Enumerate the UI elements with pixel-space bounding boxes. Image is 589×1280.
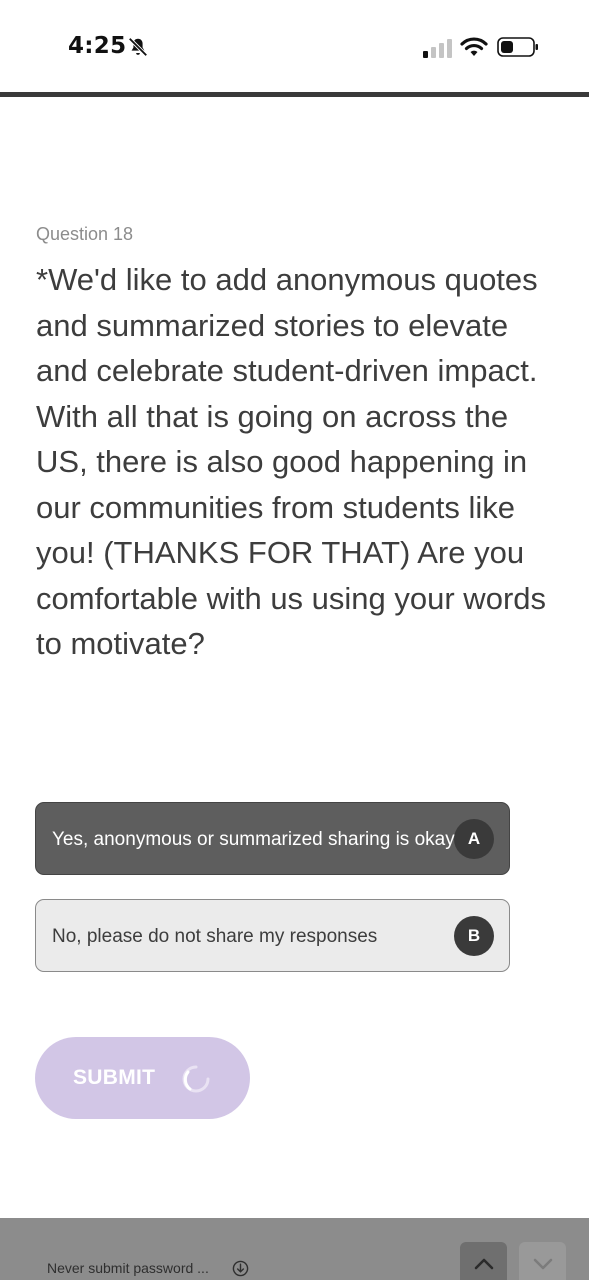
- next-question-button[interactable]: [519, 1242, 566, 1280]
- chevron-down-icon: [533, 1258, 553, 1270]
- progress-bar: [0, 92, 589, 97]
- status-bar: 4:25: [0, 0, 589, 92]
- choice-option-b[interactable]: No, please do not share my responses B: [35, 899, 510, 972]
- bottom-bar: Never submit password ...: [0, 1218, 589, 1280]
- choice-key-badge: B: [454, 916, 494, 956]
- password-warning-text: Never submit password ...: [47, 1260, 209, 1276]
- submit-label: SUBMIT: [73, 1066, 156, 1089]
- download-circle-icon[interactable]: [232, 1260, 249, 1277]
- choice-label: Yes, anonymous or summarized sharing is …: [52, 829, 455, 850]
- question-number: Question 18: [36, 224, 134, 244]
- loading-spinner-icon: [182, 1065, 210, 1093]
- question-text: *We'd like to add anonymous quotes and s…: [36, 262, 547, 661]
- status-time: 4:25: [68, 33, 127, 59]
- wifi-icon: [460, 37, 488, 56]
- battery-icon: [497, 37, 538, 57]
- cellular-signal-icon: [423, 39, 452, 58]
- bell-slash-icon: [128, 37, 148, 57]
- choice-option-a[interactable]: Yes, anonymous or summarized sharing is …: [35, 802, 510, 875]
- choice-label: No, please do not share my responses: [52, 926, 378, 947]
- progress-fill: [0, 92, 589, 97]
- submit-button[interactable]: SUBMIT: [35, 1037, 250, 1119]
- previous-question-button[interactable]: [460, 1242, 507, 1280]
- chevron-up-icon: [474, 1258, 494, 1270]
- choice-key-badge: A: [454, 819, 494, 859]
